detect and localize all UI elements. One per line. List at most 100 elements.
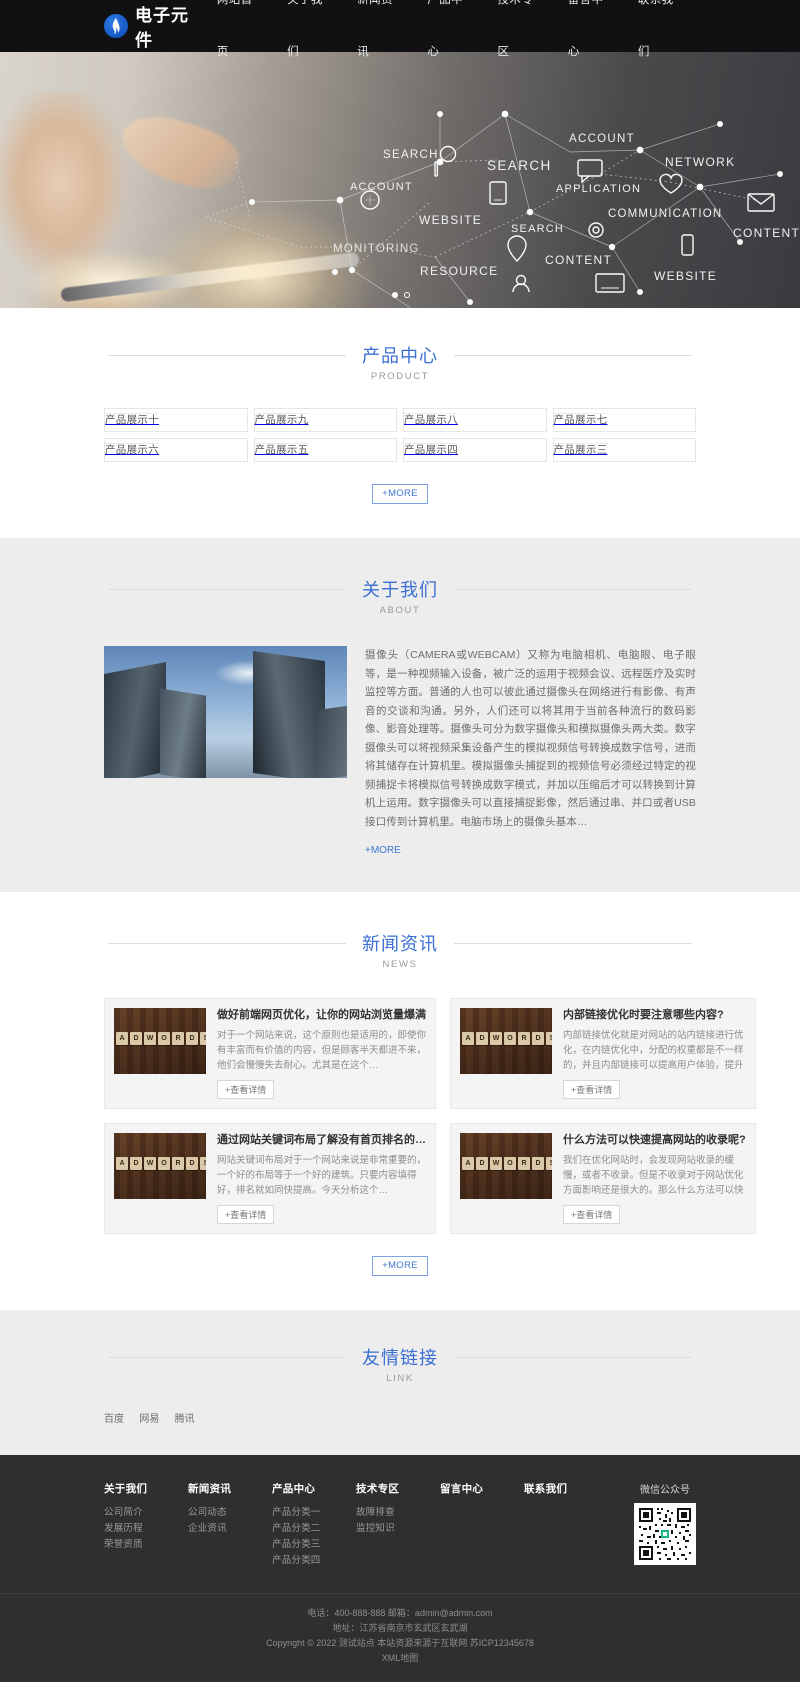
news-card[interactable]: A D W O R D S 通过网站关键词布局了解没有首页排名的… 网站关键词布… <box>104 1123 436 1234</box>
adwords-tiles: A D W O R D S <box>462 1157 552 1170</box>
footer-link[interactable]: 荣誉资质 <box>104 1537 188 1553</box>
tile-letter: R <box>518 1157 530 1170</box>
news-card[interactable]: A D W O R D S 什么方法可以快速提高网站的收录呢? 我们在优化网站时… <box>450 1123 756 1234</box>
footer-link[interactable]: 监控知识 <box>356 1521 440 1537</box>
product-name: 产品展示五 <box>254 443 309 456</box>
friend-link-tencent[interactable]: 腾讯 <box>175 1414 195 1425</box>
friend-link-netease[interactable]: 网易 <box>139 1414 159 1425</box>
tile-letter: O <box>158 1157 170 1170</box>
friend-links-list: 百度 网易 腾讯 <box>104 1410 696 1425</box>
about-title-cn: 关于我们 <box>362 580 438 600</box>
news-read-more-button[interactable]: +查看详情 <box>563 1080 621 1099</box>
nav-item-1[interactable]: 关于我们 <box>275 0 345 78</box>
footer-heading[interactable]: 产品中心 <box>272 1481 356 1496</box>
news-description: 内部链接优化就是对网站的站内链接进行优化，在内链优化中，分配的权重都是不一样的，… <box>563 1030 744 1071</box>
product-card[interactable]: 产品展示六 <box>104 438 248 462</box>
news-read-more-button[interactable]: +查看详情 <box>217 1080 275 1099</box>
sitemap-link[interactable]: XML地图 <box>382 1653 419 1663</box>
footer-link[interactable]: 产品分类四 <box>272 1553 356 1569</box>
wechat-qr-block: 微信公众号 <box>634 1481 696 1569</box>
banner-dot-2[interactable] <box>404 292 410 298</box>
news-card[interactable]: A D W O R D S 内部链接优化时要注意哪些内容? 内部链接优化就是对网… <box>450 998 756 1109</box>
divider-right <box>454 354 692 356</box>
svg-text:WEBSITE: WEBSITE <box>654 269 717 283</box>
main-nav: 网站首页 关于我们 新闻资讯 产品中心 技术专区 留言中心 联系我们 <box>205 0 696 78</box>
hero-banner: SEARCH ACCOUNT SEARCH ACCOUNT NETWORK AP… <box>0 52 800 308</box>
banner-slide-dots[interactable] <box>392 292 410 298</box>
news-description: 网站关键词布局对于一个网站来说是非常重要的，一个好的布局等于一个好的建筑。只要内… <box>217 1155 426 1196</box>
nav-item-3[interactable]: 产品中心 <box>415 0 485 78</box>
news-card[interactable]: A D W O R D S 做好前端网页优化，让你的网站浏览量爆满 对于一个网站… <box>104 998 436 1109</box>
products-section: 产品中心 PRODUCT 产品展示十 产品展示九 产品展示八 产品展示七 产品展… <box>0 308 800 504</box>
friend-link-baidu[interactable]: 百度 <box>104 1414 124 1425</box>
tile-letter: O <box>158 1032 170 1045</box>
product-card[interactable]: 产品展示十 <box>104 408 248 432</box>
tile-letter: D <box>476 1157 488 1170</box>
copyright-block: 电话：400-888-888 邮箱：admin@admin.com 地址：江苏省… <box>0 1593 800 1682</box>
tile-letter: A <box>462 1157 474 1170</box>
tile-letter: R <box>172 1032 184 1045</box>
logo[interactable]: 电子元件 <box>104 1 205 51</box>
footer-link[interactable]: 产品分类三 <box>272 1537 356 1553</box>
divider-left <box>108 942 346 944</box>
tile-letter: W <box>490 1032 502 1045</box>
news-grid: A D W O R D S 做好前端网页优化，让你的网站浏览量爆满 对于一个网站… <box>104 998 756 1234</box>
building-shape <box>160 688 206 778</box>
building-shape <box>104 661 166 778</box>
news-title[interactable]: 做好前端网页优化，让你的网站浏览量爆满 <box>217 1008 426 1023</box>
copyright-line: Copyright © 2022 测试站点 本站资源来源于互联网 苏ICP123… <box>266 1638 534 1648</box>
footer-link[interactable]: 产品分类一 <box>272 1505 356 1521</box>
divider-left <box>108 588 346 590</box>
news-read-more-button[interactable]: +查看详情 <box>217 1205 275 1224</box>
divider-right <box>454 588 692 590</box>
tile-letter: D <box>130 1032 142 1045</box>
news-title-cn: 新闻资讯 <box>362 934 438 954</box>
tile-letter: D <box>532 1032 544 1045</box>
divider-left <box>108 1356 346 1358</box>
product-card[interactable]: 产品展示四 <box>403 438 547 462</box>
product-card[interactable]: 产品展示七 <box>552 408 696 432</box>
footer-column-products: 产品中心 产品分类一 产品分类二 产品分类三 产品分类四 <box>272 1481 356 1569</box>
about-title-en: ABOUT <box>379 605 421 616</box>
banner-dot-active[interactable] <box>392 292 398 298</box>
svg-text:MONITORING: MONITORING <box>333 243 420 255</box>
qr-code-image <box>634 1503 696 1565</box>
footer-link[interactable]: 产品分类二 <box>272 1521 356 1537</box>
product-card[interactable]: 产品展示八 <box>403 408 547 432</box>
news-image: A D W O R D S <box>460 1133 552 1199</box>
news-title[interactable]: 内部链接优化时要注意哪些内容? <box>563 1008 746 1023</box>
footer-link[interactable]: 公司简介 <box>104 1505 188 1521</box>
footer-link[interactable]: 企业资讯 <box>188 1521 272 1537</box>
nav-item-0[interactable]: 网站首页 <box>205 0 275 78</box>
footer-heading[interactable]: 联系我们 <box>524 1481 608 1496</box>
nav-item-2[interactable]: 新闻资讯 <box>345 0 415 78</box>
footer-heading[interactable]: 新闻资讯 <box>188 1481 272 1496</box>
tile-letter: W <box>144 1032 156 1045</box>
svg-text:RESOURCE: RESOURCE <box>420 264 498 278</box>
nav-item-4[interactable]: 技术专区 <box>486 0 556 78</box>
news-title[interactable]: 通过网站关键词布局了解没有首页排名的… <box>217 1133 426 1148</box>
svg-text:APPLICATION: APPLICATION <box>556 183 641 195</box>
svg-text:NETWORK: NETWORK <box>665 155 735 169</box>
tile-letter: S <box>546 1157 552 1170</box>
footer-heading[interactable]: 关于我们 <box>104 1481 188 1496</box>
footer-link[interactable]: 发展历程 <box>104 1521 188 1537</box>
tile-letter: O <box>504 1032 516 1045</box>
news-more-button[interactable]: +MORE <box>372 1256 428 1276</box>
footer-link[interactable]: 故障排查 <box>356 1505 440 1521</box>
news-title[interactable]: 什么方法可以快速提高网站的收录呢? <box>563 1133 746 1148</box>
footer-heading[interactable]: 留言中心 <box>440 1481 524 1496</box>
products-more-button[interactable]: +MORE <box>372 484 428 504</box>
about-more-link[interactable]: +MORE <box>365 845 401 856</box>
nav-item-6[interactable]: 联系我们 <box>626 0 696 78</box>
product-card[interactable]: 产品展示九 <box>253 408 397 432</box>
nav-item-5[interactable]: 留言中心 <box>556 0 626 78</box>
svg-text:CONTENT: CONTENT <box>545 253 612 267</box>
news-read-more-button[interactable]: +查看详情 <box>563 1205 621 1224</box>
footer-link[interactable]: 公司动态 <box>188 1505 272 1521</box>
product-card[interactable]: 产品展示五 <box>253 438 397 462</box>
svg-text:ACCOUNT: ACCOUNT <box>569 133 635 145</box>
product-card[interactable]: 产品展示三 <box>552 438 696 462</box>
footer-heading[interactable]: 技术专区 <box>356 1481 440 1496</box>
product-name: 产品展示四 <box>404 443 458 456</box>
